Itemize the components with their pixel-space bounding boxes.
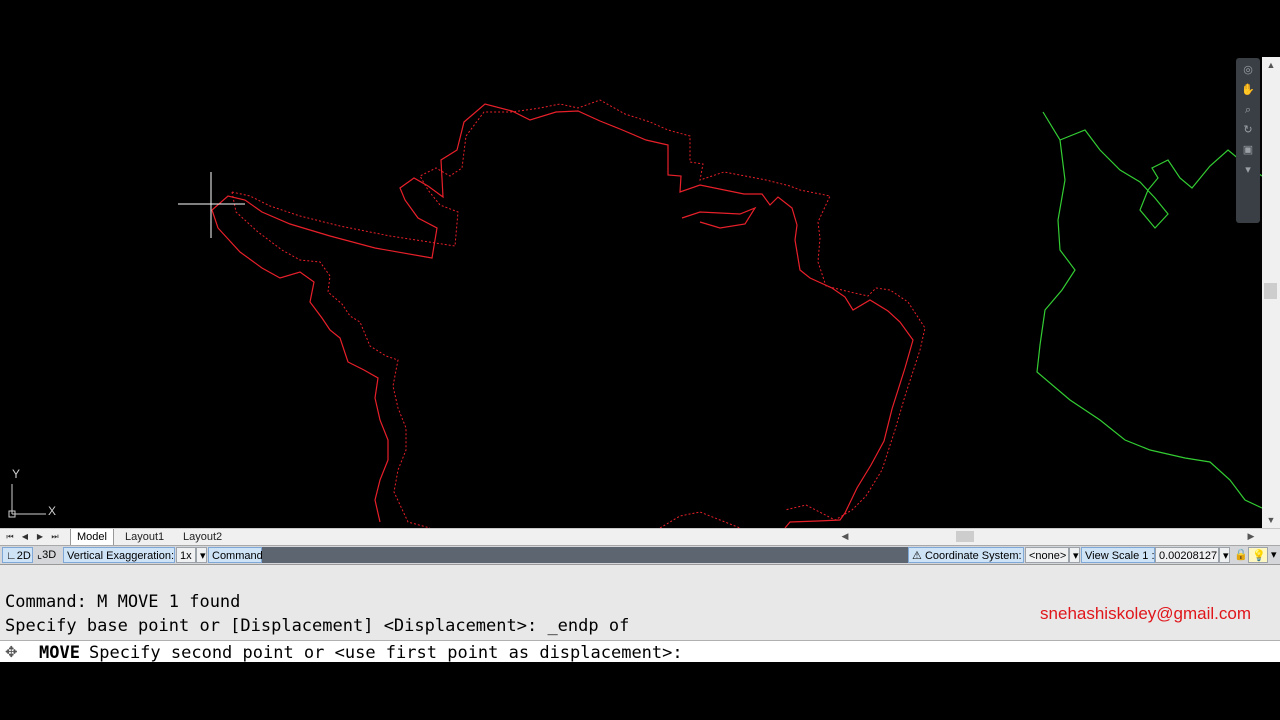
mode-2d-button[interactable]: ∟2D bbox=[2, 547, 33, 563]
coordinate-system-text: Coordinate System: bbox=[924, 550, 1022, 562]
move-arrows-icon: ✥ bbox=[5, 644, 18, 661]
ghost-polyline-west bbox=[231, 191, 431, 528]
view-scale-ratio: 1 : bbox=[1142, 550, 1155, 562]
view-scale-dropdown-icon[interactable]: ▾ bbox=[1219, 547, 1230, 563]
vertical-exaggeration-dropdown-icon[interactable]: ▾ bbox=[196, 547, 207, 563]
first-tab-icon[interactable]: ⏮ bbox=[3, 530, 17, 544]
bottom-black-area bbox=[0, 662, 1280, 720]
navbar-menu-icon[interactable]: ▾ bbox=[1240, 162, 1256, 178]
tab-layout2[interactable]: Layout2 bbox=[177, 529, 228, 545]
tab-model[interactable]: Model bbox=[70, 529, 114, 545]
scroll-right-icon[interactable]: ▶ bbox=[1244, 529, 1258, 544]
prev-tab-icon[interactable]: ◀ bbox=[18, 530, 32, 544]
vertical-exaggeration-label: Vertical Exaggeration: bbox=[63, 547, 175, 563]
globe-icon: ⚠ bbox=[912, 550, 922, 562]
watermark-email: snehashiskoley@gmail.com bbox=[1040, 604, 1251, 623]
selected-polyline-west[interactable] bbox=[211, 209, 389, 523]
orbit-icon[interactable]: ↻ bbox=[1240, 122, 1256, 138]
command-line[interactable]: ✥ MOVE Specify second point or <use firs… bbox=[0, 640, 1280, 662]
2d-icon: ∟ bbox=[6, 550, 17, 562]
selected-polyline-inner[interactable] bbox=[681, 206, 757, 229]
mode-3d-label: 3D bbox=[42, 549, 57, 561]
view-scale-value[interactable]: 0.00208127 bbox=[1155, 547, 1219, 563]
coordinate-system-label: ⚠ Coordinate System: bbox=[908, 547, 1024, 563]
ucs-y-label: Y bbox=[12, 467, 20, 481]
zoom-icon[interactable]: ⌕ bbox=[1240, 102, 1256, 118]
current-command-prompt: Specify second point or <use first point… bbox=[89, 643, 683, 662]
tab-layout1[interactable]: Layout1 bbox=[119, 529, 170, 545]
next-tab-icon[interactable]: ▶ bbox=[33, 530, 47, 544]
scroll-up-icon[interactable]: ▲ bbox=[1262, 57, 1280, 73]
coordinate-system-dropdown-icon[interactable]: ▾ bbox=[1069, 547, 1080, 563]
boundary-polyline-east bbox=[1059, 129, 1262, 229]
mode-2d-label: 2D bbox=[16, 550, 31, 562]
current-command-name: MOVE bbox=[39, 643, 80, 662]
view-scale-label: View Scale 1 : bbox=[1081, 547, 1155, 563]
lock-icon[interactable]: 🔒 bbox=[1231, 547, 1248, 563]
status-bar: ∟2D ⌞3D Vertical Exaggeration: 1x ▾ Comm… bbox=[0, 545, 1280, 564]
ghost-polyline bbox=[231, 99, 926, 521]
command-history-line: Command: M MOVE 1 found bbox=[5, 592, 241, 612]
ucs-x-label: X bbox=[48, 504, 56, 518]
vertical-scroll-thumb[interactable] bbox=[1264, 283, 1277, 299]
ucs-icon bbox=[8, 484, 46, 518]
mode-3d-button[interactable]: ⌞3D bbox=[34, 547, 64, 563]
lightbulb-icon[interactable]: 💡 bbox=[1248, 547, 1268, 563]
pan-icon[interactable]: ✋ bbox=[1240, 82, 1256, 98]
command-status-label: Command bbox=[208, 547, 263, 563]
status-bar-spacer bbox=[262, 547, 908, 563]
selected-polyline[interactable] bbox=[211, 103, 914, 528]
ghost-polyline-south bbox=[659, 511, 741, 528]
coordinate-system-value[interactable]: <none> bbox=[1025, 547, 1069, 563]
command-history-line: Specify base point or [Displacement] <Di… bbox=[5, 616, 630, 636]
drawing-canvas[interactable]: Y X bbox=[0, 57, 1262, 528]
command-history: Command: M MOVE 1 found Specify base poi… bbox=[0, 564, 1280, 640]
horizontal-scroll-thumb[interactable] bbox=[956, 531, 974, 542]
drawing-svg: Y X bbox=[8, 99, 1262, 528]
status-menu-icon[interactable]: ▾ bbox=[1268, 547, 1280, 563]
steering-wheel-icon[interactable]: ◎ bbox=[1240, 62, 1256, 78]
vertical-scrollbar[interactable]: ▲ ▼ bbox=[1262, 57, 1280, 528]
view-scale-text: View Scale bbox=[1085, 550, 1140, 562]
showmotion-icon[interactable]: ▣ bbox=[1240, 142, 1256, 158]
last-tab-icon[interactable]: ⏭ bbox=[48, 530, 62, 544]
scroll-down-icon[interactable]: ▼ bbox=[1262, 512, 1280, 528]
navigation-bar[interactable]: ◎ ✋ ⌕ ↻ ▣ ▾ bbox=[1236, 58, 1260, 223]
vertical-exaggeration-value[interactable]: 1x bbox=[176, 547, 196, 563]
top-black-area bbox=[0, 0, 1280, 57]
boundary-polyline bbox=[1036, 111, 1262, 509]
horizontal-scrollbar[interactable]: ◀ ▶ bbox=[836, 529, 1262, 544]
scroll-left-icon[interactable]: ◀ bbox=[838, 529, 852, 544]
